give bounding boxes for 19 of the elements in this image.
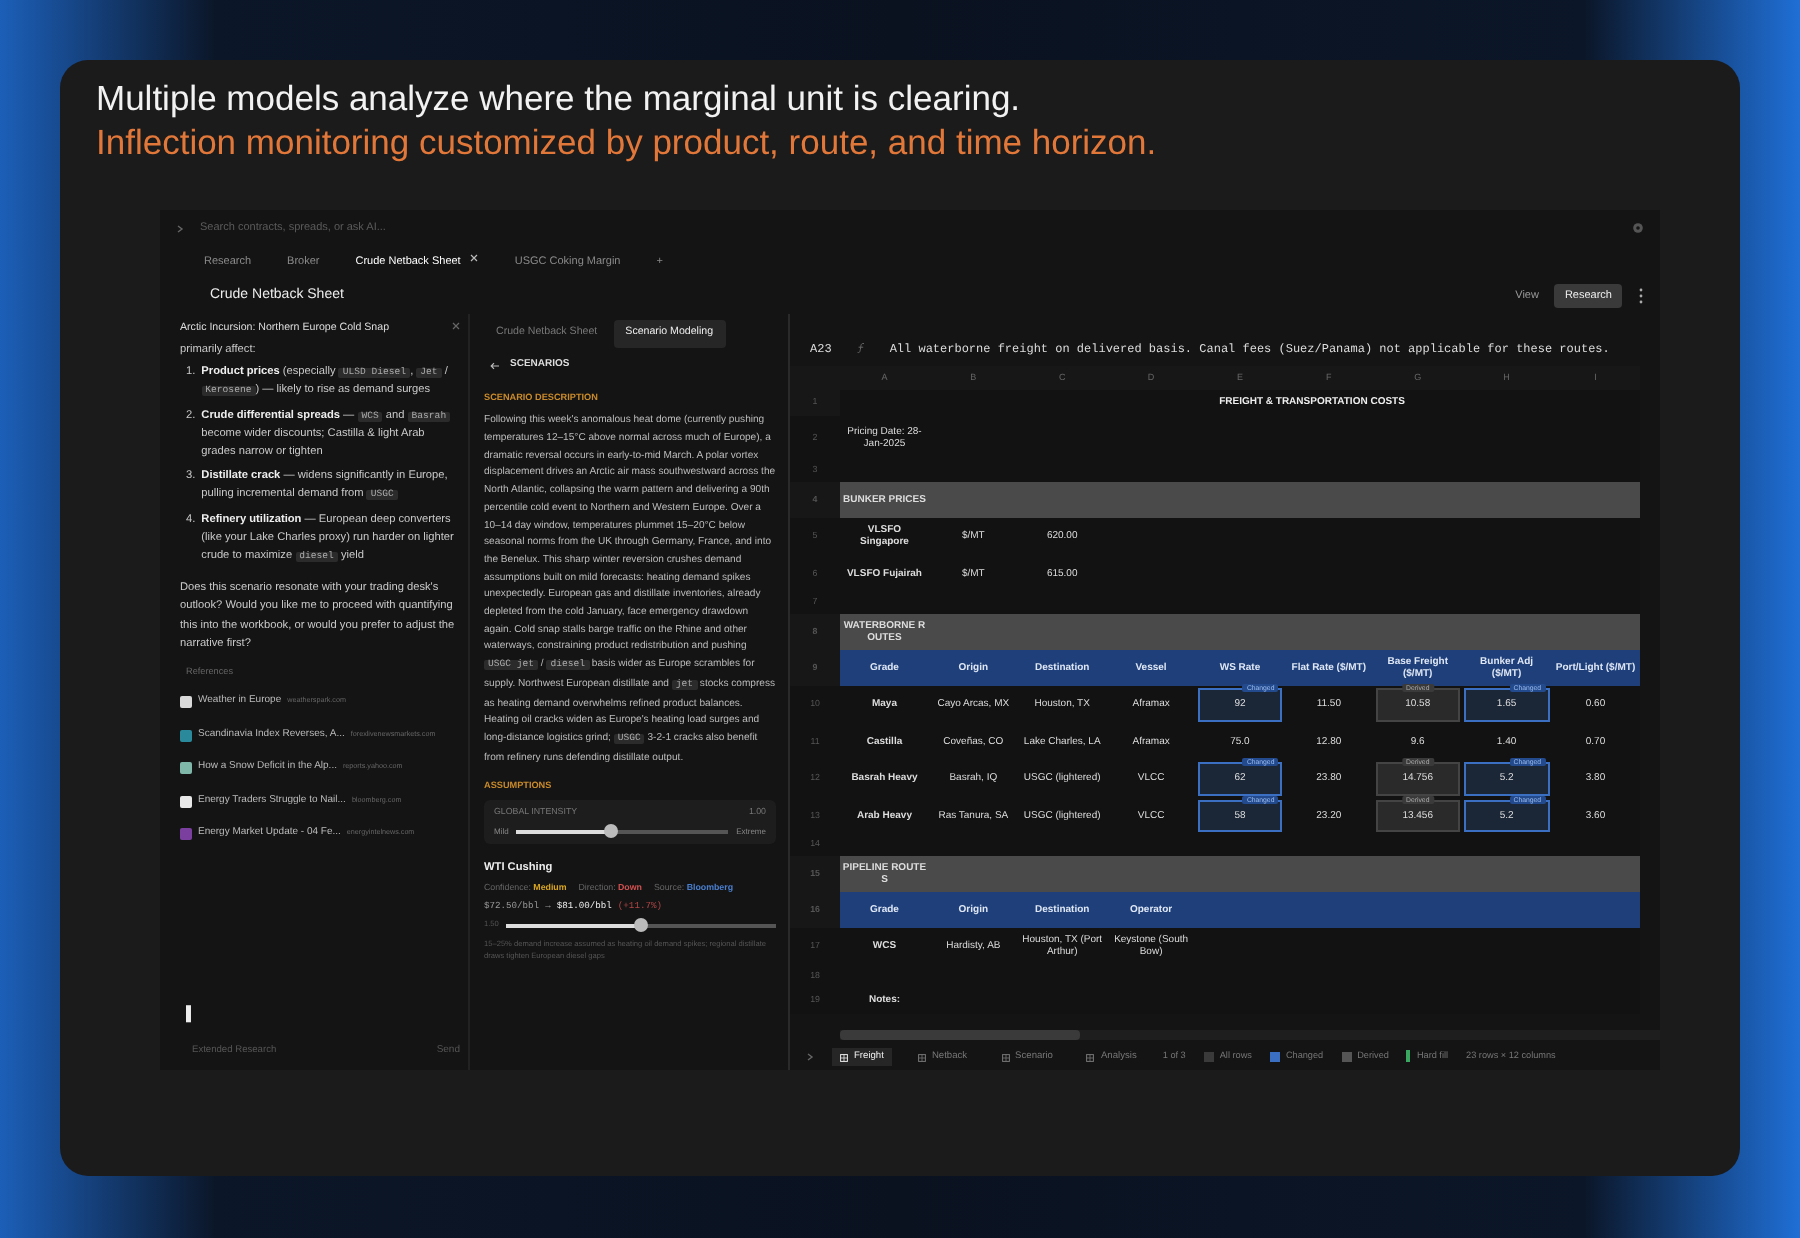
settings-icon <box>1632 222 1644 234</box>
grid-icon <box>840 1053 848 1061</box>
headline: Multiple models analyze where the marginal unit is clearing. <box>96 76 1023 120</box>
collapse-icon <box>176 223 184 233</box>
formula-icon <box>855 342 866 354</box>
more-icon <box>1638 288 1644 304</box>
subheadline: Inflection monitoring customized by product, route, and time horizon. <box>96 120 1159 164</box>
collapse-icon <box>806 1052 814 1062</box>
back-arrow-icon <box>490 361 500 370</box>
slider-track[interactable] <box>516 829 729 834</box>
scrollbar-thumb[interactable] <box>840 1030 1080 1040</box>
slider-thumb[interactable] <box>634 918 649 933</box>
grid-icon <box>917 1053 926 1061</box>
grid-icon <box>1001 1053 1010 1061</box>
close-icon <box>452 322 460 330</box>
slider-track[interactable] <box>506 923 776 928</box>
close-icon <box>470 253 479 262</box>
grid-icon <box>1086 1053 1095 1061</box>
slider-thumb[interactable] <box>604 824 619 839</box>
